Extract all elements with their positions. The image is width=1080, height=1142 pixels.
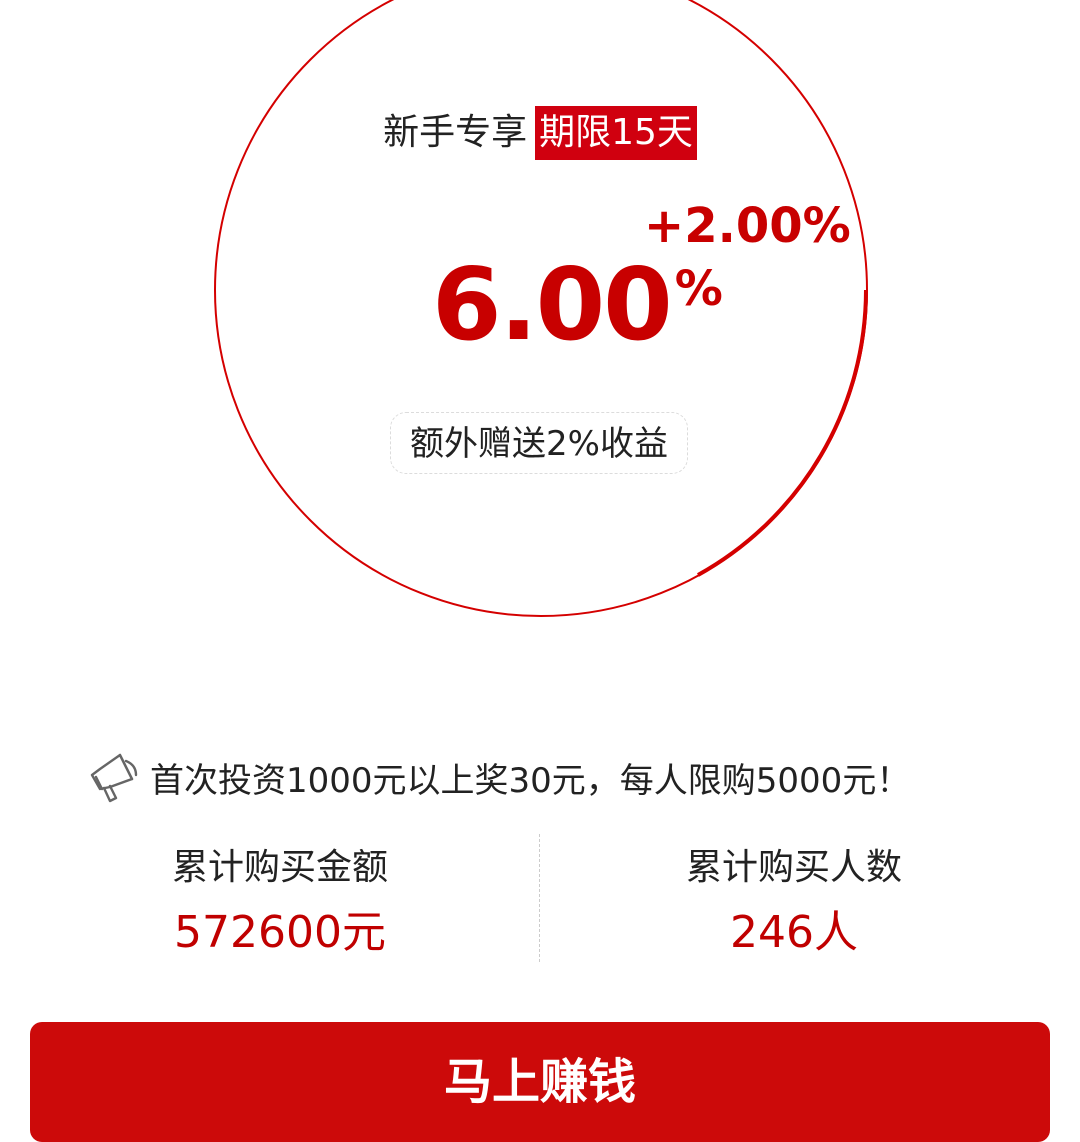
annual-rate-value: 6.00 — [432, 246, 673, 363]
product-tag-row: 新手专享 期限15天 — [0, 104, 1080, 161]
newbie-exclusive-label: 新手专享 — [383, 112, 528, 153]
megaphone-icon — [90, 753, 138, 803]
promo-notice-text: 首次投资1000元以上奖30元，每人限购5000元！ — [150, 760, 911, 801]
total-amount-stat: 累计购买金额 572600元 — [10, 840, 550, 964]
total-buyers-label: 累计购买人数 — [685, 847, 902, 888]
promo-notice: 首次投资1000元以上奖30元，每人限购5000元！ — [86, 746, 1046, 808]
total-buyers-stat: 累计购买人数 246人 — [524, 840, 1064, 964]
total-amount-label: 累计购买金额 — [171, 847, 388, 888]
total-amount-value: 572600元 — [174, 907, 386, 958]
total-buyers-value: 246人 — [730, 907, 858, 958]
annual-rate-unit: % — [674, 261, 723, 317]
extra-yield-note: 额外赠送2%收益 — [390, 412, 688, 474]
buy-now-button[interactable]: 马上赚钱 — [30, 1022, 1050, 1142]
term-badge: 期限15天 — [535, 106, 697, 160]
annual-rate: 6.00% — [432, 234, 723, 389]
